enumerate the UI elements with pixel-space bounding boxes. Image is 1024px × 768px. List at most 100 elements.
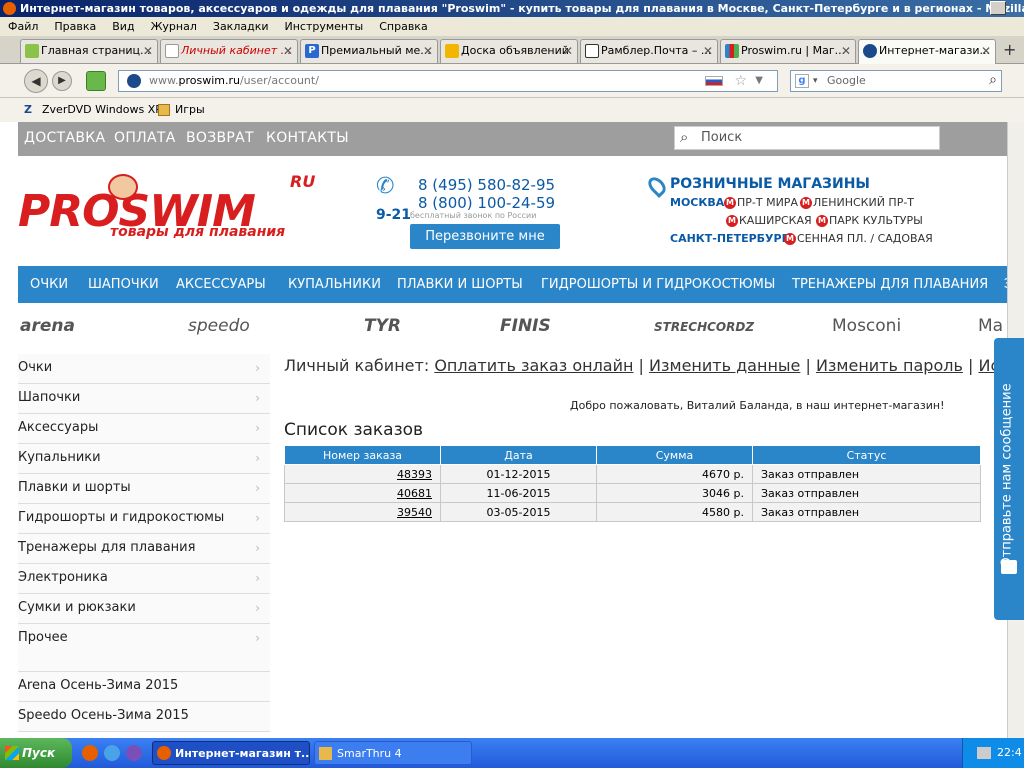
metro-icon: М [800,197,812,209]
taskbar-item-browser[interactable]: Интернет-магазин т... [152,741,310,765]
brand-tyr[interactable]: TYR [364,316,401,336]
cat-caps[interactable]: ШАПОЧКИ [88,266,159,303]
cat-trainers[interactable]: ТРЕНАЖЕРЫ ДЛЯ ПЛАВАНИЯ [792,266,988,303]
sidebar-item-arena-collection[interactable]: Arena Осень-Зима 2015 [18,672,270,702]
cat-trunks[interactable]: ПЛАВКИ И ШОРТЫ [397,266,523,303]
ie-quicklaunch-icon[interactable] [104,745,120,761]
cat-goggles[interactable]: ОЧКИ [30,266,68,303]
brand-finis[interactable]: FINIS [500,316,551,336]
store-park-kultury[interactable]: М ПАРК КУЛЬТУРЫ [816,214,923,227]
menu-edit[interactable]: Правка [54,17,96,36]
callback-button[interactable]: Перезвоните мне [410,224,560,249]
bookmark-zverdvd[interactable]: ZverDVD Windows XP [42,98,162,122]
phone-russia[interactable]: 8 (800) 100-24-59 [418,194,555,212]
sidebar-item-trainers[interactable]: Тренажеры для плавания › [18,534,270,564]
store-kashirskaya[interactable]: М КАШИРСКАЯ [726,214,812,227]
sidebar-item-goggles[interactable]: Очки › [18,354,270,384]
order-date: 03-05-2015 [440,502,597,522]
sidebar-item-swimsuits[interactable]: Купальники › [18,444,270,474]
back-button[interactable]: ◀ [24,69,48,93]
tab-rambler-mail[interactable]: Рамблер.Почта – ... ✕ [580,39,718,63]
order-number-link[interactable]: 39540 [284,502,441,522]
link-return[interactable]: ВОЗВРАТ [186,122,254,154]
dropdown-arrow-icon[interactable]: ▼ [755,71,763,91]
sidebar-item-bags[interactable]: Сумки и рюкзаки › [18,594,270,624]
store-leninsky[interactable]: М ЛЕНИНСКИЙ ПР-Т [800,196,914,209]
order-number-link[interactable]: 40681 [284,483,441,503]
close-tab-icon[interactable]: ✕ [563,40,573,62]
sidebar-item-wetsuits[interactable]: Гидрошорты и гидрокостюмы › [18,504,270,534]
menu-file[interactable]: Файл [8,17,38,36]
viber-quicklaunch-icon[interactable] [126,745,142,761]
tab-board[interactable]: Доска объявлений ✕ [440,39,578,63]
close-tab-icon[interactable]: ✕ [423,40,433,62]
site-icon [25,44,39,58]
tab-bar: Главная страниц... ✕ Личный кабинет ... ✕ … [0,36,1024,64]
chevron-right-icon: › [255,421,260,435]
magnifier-icon[interactable]: ⌕ [989,70,997,90]
pay-online-link[interactable]: Оплатить заказ онлайн [434,356,633,375]
brand-partial[interactable]: Ma [978,316,1003,336]
menu-history[interactable]: Журнал [151,17,197,36]
sidebar-item-other[interactable]: Прочее › [18,624,270,672]
new-tab-button[interactable]: + [1003,40,1016,59]
taskbar-item-smarthru[interactable]: SmarThru 4 [314,741,472,765]
brand-arena[interactable]: arena [20,316,75,336]
start-button[interactable]: Пуск [0,738,72,768]
link-contacts[interactable]: КОНТАКТЫ [266,122,349,154]
cat-wetsuits[interactable]: ГИДРОШОРТЫ И ГИДРОКОСТЮМЫ [541,266,775,303]
tagline: товары для плавания [110,224,286,240]
sidebar-item-accessories[interactable]: Аксессуары › [18,414,270,444]
feedback-tab[interactable]: Отправьте нам сообщение [994,338,1024,620]
col-sum: Сумма [596,445,753,465]
bookmark-star-icon[interactable]: ☆ [734,71,747,91]
menu-help[interactable]: Справка [379,17,427,36]
close-tab-icon[interactable]: ✕ [841,40,851,62]
menu-tools[interactable]: Инструменты [285,17,364,36]
tab-premium[interactable]: P Премиальный ме... ✕ [300,39,438,63]
tab-active-store[interactable]: Интернет-магази... ✕ [858,39,996,64]
change-password-link[interactable]: Изменить пароль [816,356,963,375]
close-tab-icon[interactable]: ✕ [143,40,153,62]
network-icon[interactable] [977,747,991,759]
chevron-right-icon: › [255,541,260,555]
tab-personal-cabinet[interactable]: Личный кабинет ... ✕ [160,39,298,63]
sidebar-item-electronics[interactable]: Электроника › [18,564,270,594]
logo-ru: RU [290,172,316,191]
orders-title: Список заказов [284,420,424,440]
edit-data-link[interactable]: Изменить данные [649,356,800,375]
brand-mosconi[interactable]: Mosconi [832,316,901,336]
reload-icon[interactable] [86,71,106,91]
sidebar-item-trunks[interactable]: Плавки и шорты › [18,474,270,504]
minimize-button[interactable] [990,1,1006,15]
link-delivery[interactable]: ДОСТАВКА [24,122,105,154]
bookmark-games[interactable]: Игры [175,98,205,122]
sidebar-item-caps[interactable]: Шапочки › [18,384,270,414]
menu-bookmarks[interactable]: Закладки [213,17,269,36]
store-mira[interactable]: М ПР-Т МИРА [724,196,798,209]
link-payment[interactable]: ОПЛАТА [114,122,176,154]
address-bar[interactable]: www.proswim.ru/user/account/ ☆ ▼ [118,70,778,92]
firefox-quicklaunch-icon[interactable] [82,745,98,761]
tab-proswim[interactable]: Proswim.ru | Маг... ✕ [720,39,856,63]
cat-accessories[interactable]: АКСЕССУАРЫ [176,266,266,303]
engine-dropdown-icon[interactable]: ▾ [813,71,818,91]
close-tab-icon[interactable]: ✕ [981,40,991,62]
cat-swimsuits[interactable]: КУПАЛЬНИКИ [288,266,381,303]
menu-view[interactable]: Вид [112,17,134,36]
stores-title[interactable]: РОЗНИЧНЫЕ МАГАЗИНЫ [670,176,870,192]
city-spb: САНКТ-ПЕТЕРБУРГ [670,232,789,245]
brand-speedo[interactable]: speedo [188,316,250,336]
sidebar-item-speedo-collection[interactable]: Speedo Осень-Зима 2015 [18,702,270,732]
phone-moscow[interactable]: 8 (495) 580-82-95 [418,176,555,194]
store-sennaya[interactable]: М СЕННАЯ ПЛ. / САДОВАЯ [784,232,933,245]
tab-main-page[interactable]: Главная страниц... ✕ [20,39,158,63]
folder-icon [158,104,170,116]
close-tab-icon[interactable]: ✕ [703,40,713,62]
brand-strechcordz[interactable]: STRECHCORDZ [654,320,754,334]
forward-button[interactable]: ▶ [52,71,72,91]
close-tab-icon[interactable]: ✕ [283,40,293,62]
site-search-input[interactable]: ⌕ Поиск [674,126,940,150]
search-bar[interactable]: g ▾ Google ⌕ [790,70,1002,92]
order-number-link[interactable]: 48393 [284,464,441,484]
